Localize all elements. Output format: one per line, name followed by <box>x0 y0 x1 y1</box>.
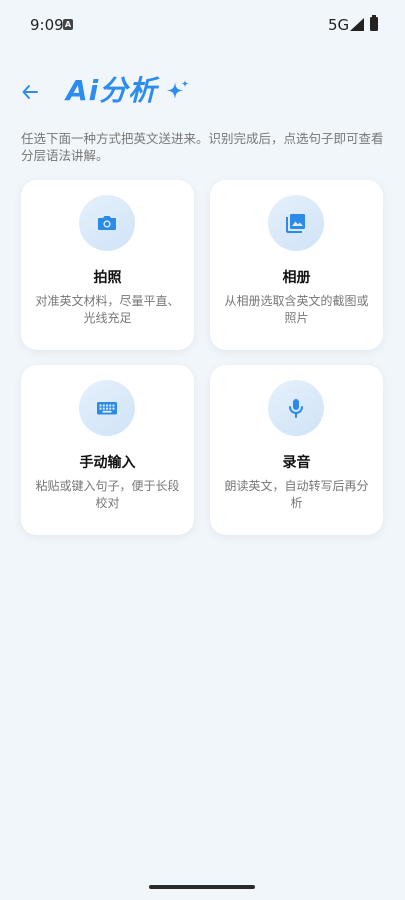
intro-text: 任选下面一种方式把英文送进来。识别完成后，点选句子即可查看分层语法讲解。 <box>21 131 384 163</box>
home-indicator[interactable] <box>149 885 255 889</box>
microphone-icon <box>289 399 303 418</box>
keyboard-icon <box>97 402 117 415</box>
card-title: 相册 <box>282 270 311 286</box>
signal-icon <box>350 18 364 31</box>
camera-icon <box>98 216 116 230</box>
camera-icon-wrap <box>79 195 135 251</box>
page-title: Ai分析 <box>66 74 158 107</box>
back-arrow-icon <box>22 85 38 99</box>
status-time: 9:09 <box>30 16 64 34</box>
card-title: 手动输入 <box>79 455 136 471</box>
card-title: 拍照 <box>93 270 122 286</box>
recording-card[interactable]: 录音 朗读英文，自动转写后再分析 <box>210 365 383 535</box>
camera-card[interactable]: 拍照 对准英文材料，尽量平直、光线充足 <box>21 180 194 350</box>
card-description: 粘贴或键入句子，便于长段校对 <box>35 479 180 510</box>
back-button[interactable] <box>17 79 43 105</box>
manual-input-card[interactable]: 手动输入 粘贴或键入句子，便于长段校对 <box>21 365 194 535</box>
notification-a-icon: A <box>63 19 73 30</box>
network-type: 5G <box>328 16 350 34</box>
card-description: 从相册选取含英文的截图或照片 <box>224 294 369 325</box>
photo-album-icon <box>286 214 305 233</box>
battery-icon <box>370 15 378 31</box>
card-description: 对准英文材料，尽量平直、光线充足 <box>35 294 180 325</box>
keyboard-icon-wrap <box>79 380 135 436</box>
card-title: 录音 <box>282 455 311 471</box>
card-description: 朗读英文，自动转写后再分析 <box>224 479 369 510</box>
sparkle-icon <box>167 80 189 99</box>
status-bar: 9:09 A 5G <box>0 0 405 52</box>
album-card[interactable]: 相册 从相册选取含英文的截图或照片 <box>210 180 383 350</box>
album-icon-wrap <box>268 195 324 251</box>
microphone-icon-wrap <box>268 380 324 436</box>
